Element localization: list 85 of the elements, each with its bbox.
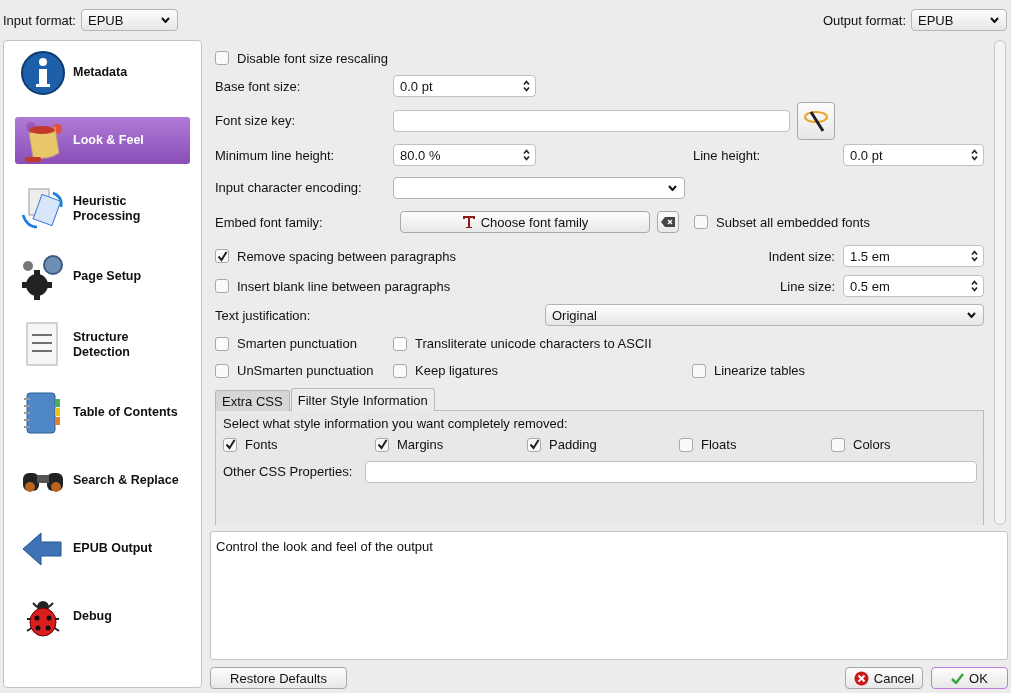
encoding-dropdown[interactable] bbox=[393, 176, 685, 199]
field-label: Line height: bbox=[693, 147, 762, 163]
checkbox[interactable] bbox=[694, 215, 708, 229]
field-label: Input character encoding: bbox=[215, 180, 363, 195]
dropdown-caret-icon bbox=[668, 184, 677, 191]
checkbox[interactable] bbox=[215, 336, 229, 351]
scrollbar[interactable] bbox=[994, 40, 1006, 525]
ok-button[interactable]: OK bbox=[931, 667, 1008, 689]
checkbox-label: Smarten punctuation bbox=[237, 336, 357, 351]
output-format-dropdown[interactable]: EPUB bbox=[911, 9, 1007, 31]
dropdown-caret-icon bbox=[161, 17, 170, 23]
field-label: Line size: bbox=[780, 278, 835, 294]
field-label: Text justification: bbox=[215, 307, 312, 323]
input-field[interactable] bbox=[365, 460, 977, 483]
backspace-icon bbox=[661, 217, 675, 227]
checkbox-label: Colors bbox=[853, 437, 891, 452]
sidebar-item[interactable]: Heuristic Processing bbox=[15, 185, 190, 232]
field-label: Embed font family: bbox=[215, 214, 324, 230]
checkbox-label: UnSmarten punctuation bbox=[237, 363, 374, 378]
sidebar-item[interactable]: Search & Replace bbox=[15, 457, 190, 504]
checkbox-label: Linearize tables bbox=[714, 363, 806, 378]
checkbox[interactable] bbox=[215, 51, 229, 65]
sidebar-item[interactable]: Look & Feel bbox=[15, 117, 190, 164]
checkbox[interactable] bbox=[393, 336, 407, 351]
checkbox-label: Insert blank line between paragraphs bbox=[237, 278, 451, 294]
choose-font-button[interactable]: Choose font family bbox=[400, 211, 650, 233]
clear-button[interactable] bbox=[657, 211, 679, 233]
input-format-dropdown[interactable]: EPUB bbox=[81, 9, 178, 31]
sidebar-item[interactable]: Structure Detection bbox=[15, 321, 190, 368]
checkbox[interactable] bbox=[527, 437, 541, 452]
checkbox-label: Subset all embedded fonts bbox=[716, 214, 870, 230]
wand-button[interactable] bbox=[797, 101, 835, 140]
checkbox[interactable] bbox=[215, 249, 229, 263]
tab[interactable]: Extra CSS bbox=[215, 390, 290, 411]
sidebar-item[interactable]: Table of Contents bbox=[15, 389, 190, 436]
tab[interactable]: Filter Style Information bbox=[290, 388, 435, 411]
sidebar-item[interactable]: Debug bbox=[15, 593, 190, 640]
sidebar-item[interactable]: Page Setup bbox=[15, 253, 190, 300]
checkbox[interactable] bbox=[215, 363, 229, 378]
checkbox[interactable] bbox=[215, 279, 229, 293]
checkbox[interactable] bbox=[831, 437, 845, 452]
spinner-arrows-icon bbox=[971, 149, 978, 161]
checkbox-label: Padding bbox=[549, 437, 597, 452]
spin-box[interactable]: 0.0 pt bbox=[843, 144, 984, 166]
info-icon bbox=[19, 48, 67, 97]
instruction-text: Select what style information you want completely removed: bbox=[223, 416, 569, 431]
close-icon bbox=[853, 670, 869, 686]
field-label: Indent size: bbox=[768, 248, 835, 264]
dropdown-caret-icon bbox=[990, 17, 999, 23]
spinner-arrows-icon bbox=[971, 250, 978, 262]
dropdown-caret-icon bbox=[967, 312, 976, 318]
field-label: Font size key: bbox=[215, 113, 297, 128]
spin-box[interactable]: 80.0 % bbox=[393, 144, 536, 166]
field-label: Input format: bbox=[3, 12, 76, 28]
checkbox-label: Disable font size rescaling bbox=[237, 50, 389, 66]
checkbox[interactable] bbox=[223, 437, 237, 452]
checkbox[interactable] bbox=[375, 437, 389, 452]
checkbox[interactable] bbox=[393, 363, 407, 378]
field-label: Minimum line height: bbox=[215, 147, 336, 163]
restore-defaults-button[interactable]: Restore Defaults bbox=[210, 667, 347, 689]
sidebar-item[interactable]: Metadata bbox=[15, 49, 190, 96]
checkbox[interactable] bbox=[692, 363, 706, 378]
checkbox-label: Floats bbox=[701, 437, 737, 452]
checkbox-label: Margins bbox=[397, 437, 444, 452]
sidebar-item[interactable]: EPUB Output bbox=[15, 525, 190, 572]
field-label: Other CSS Properties: bbox=[223, 464, 354, 479]
justification-dropdown[interactable]: Original bbox=[545, 304, 984, 326]
checkbox-label: Transliterate unicode characters to ASCII bbox=[415, 336, 652, 351]
checkbox-label: Remove spacing between paragraphs bbox=[237, 248, 456, 264]
cancel-button[interactable]: Cancel bbox=[845, 667, 923, 689]
checkbox[interactable] bbox=[679, 437, 693, 452]
field-label: Output format: bbox=[822, 12, 906, 28]
description-text: Control the look and feel of the output bbox=[216, 539, 433, 554]
input-field[interactable] bbox=[393, 109, 790, 132]
checkmark-icon bbox=[951, 672, 965, 684]
spin-box[interactable]: 0.5 em bbox=[843, 275, 984, 297]
spinner-arrows-icon bbox=[971, 280, 978, 292]
spin-box[interactable]: 0.0 pt bbox=[393, 75, 536, 97]
spinner-arrows-icon bbox=[523, 80, 530, 92]
spinner-arrows-icon bbox=[523, 149, 530, 161]
field-label: Base font size: bbox=[215, 78, 302, 94]
checkbox-label: Keep ligatures bbox=[415, 363, 499, 378]
checkbox-label: Fonts bbox=[245, 437, 278, 452]
font-icon bbox=[461, 215, 476, 229]
spin-box[interactable]: 1.5 em bbox=[843, 245, 984, 267]
